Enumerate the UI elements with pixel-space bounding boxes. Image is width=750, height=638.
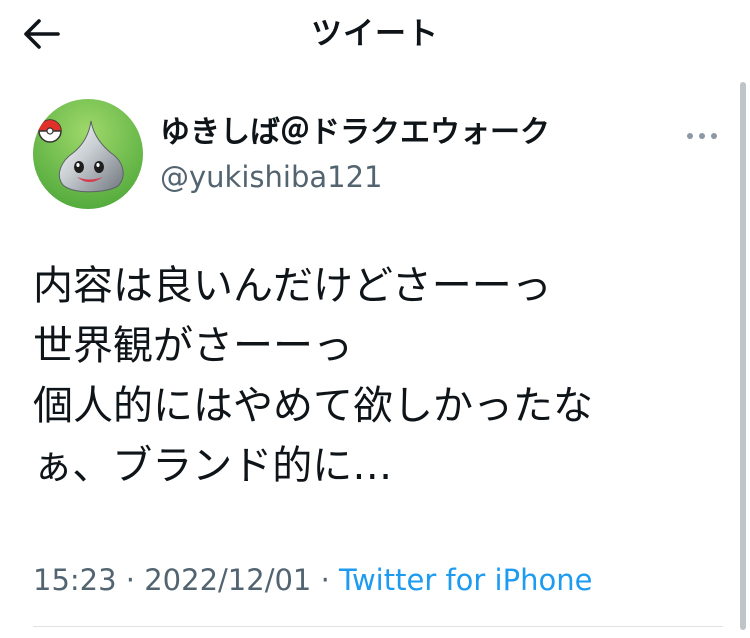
tweet-time[interactable]: 15:23: [33, 563, 117, 597]
author-display-name[interactable]: ゆきしば＠ドラクエウォーク: [160, 113, 550, 153]
meta-separator: ·: [116, 563, 145, 597]
more-options-button[interactable]: [684, 122, 720, 150]
tweet-text: 内容は良いんだけどさーーっ 世界観がさーーっ 個人的にはやめて欲しかったな ぁ、…: [33, 256, 723, 496]
page-title: ツイート: [311, 16, 439, 52]
scrollbar[interactable]: [740, 82, 746, 630]
tweet-source-link[interactable]: Twitter for iPhone: [339, 563, 592, 597]
avatar[interactable]: [33, 99, 143, 209]
top-bar: ツイート: [0, 0, 750, 66]
metal-slime-avatar-icon: [33, 99, 143, 209]
more-options-icon: [687, 133, 717, 139]
tweet-line: 世界観がさーーっ: [33, 323, 353, 369]
meta-separator: ·: [311, 563, 340, 597]
author-handle[interactable]: @yukishiba121: [160, 158, 382, 196]
tweet-line: ぁ、ブランド的に…: [33, 443, 393, 489]
tweet-line: 個人的にはやめて欲しかったな: [33, 383, 593, 429]
divider: [33, 626, 723, 627]
tweet-line: 内容は良いんだけどさーーっ: [33, 263, 552, 309]
tweet-date[interactable]: 2022/12/01: [144, 563, 311, 597]
tweet-meta: 15:23 · 2022/12/01 · Twitter for iPhone: [33, 560, 592, 600]
